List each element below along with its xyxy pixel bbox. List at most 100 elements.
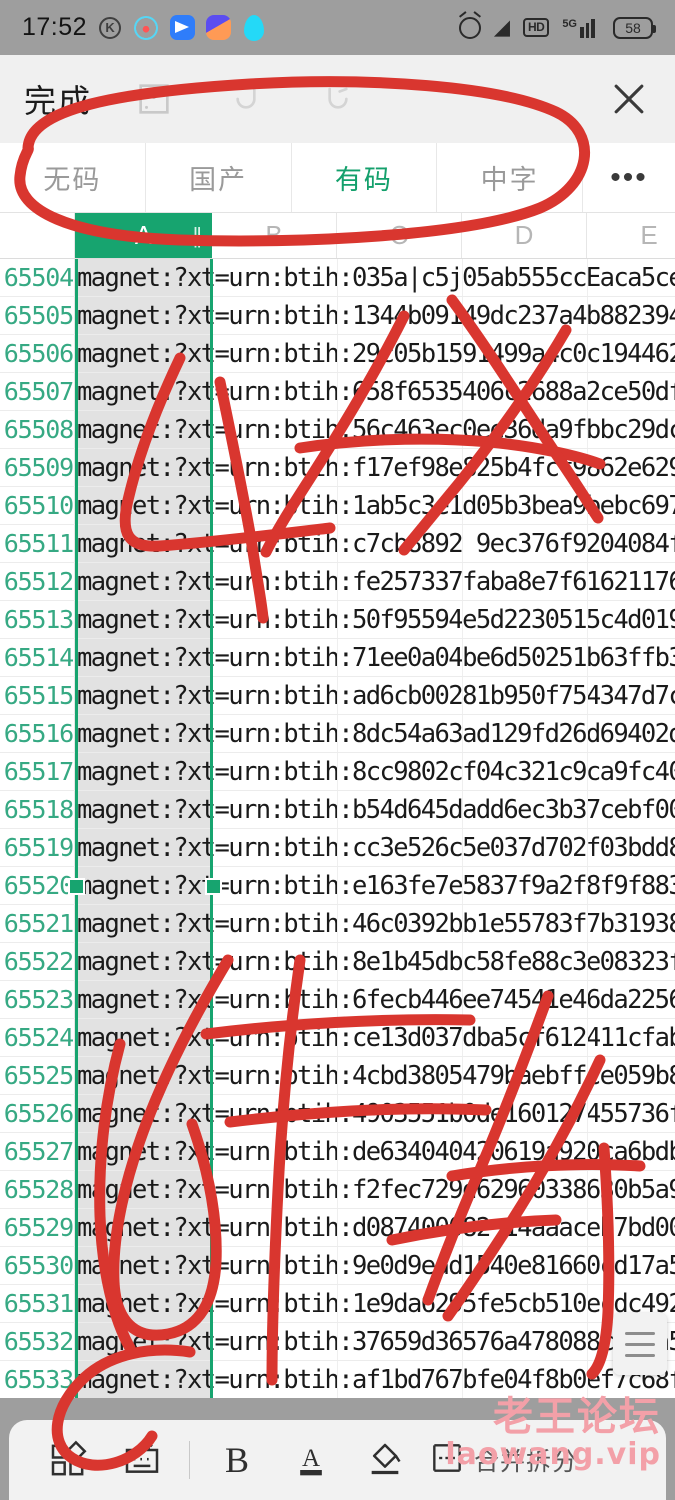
row-header-65522[interactable]: 65522 xyxy=(0,943,75,980)
cell-a-65505[interactable]: magnet:?xt=urn:btih:1344b09149dc237a4b88… xyxy=(75,297,675,334)
table-row[interactable]: 65517 magnet:?xt=urn:btih:8cc9802cf04c321… xyxy=(0,753,675,791)
table-row[interactable]: 65530 magnet:?xt=urn:btih:9e0d9ead1540e81… xyxy=(0,1247,675,1285)
cell-a-65519[interactable]: magnet:?xt=urn:btih:cc3e526c5e037d702f03… xyxy=(75,829,675,866)
cell-a-65531[interactable]: magnet:?xt=urn:btih:1e9da6295fe5cb510ecd… xyxy=(75,1285,675,1322)
cell-a-65518[interactable]: magnet:?xt=urn:btih:b54d645dadd6ec3b37ce… xyxy=(75,791,675,828)
cell-a-65533[interactable]: magnet:?xt=urn:btih:af1bd767bfe04f8b0ef7… xyxy=(75,1361,675,1398)
table-row[interactable]: 65504 magnet:?xt=urn:btih:035a|c5j05ab555… xyxy=(0,259,675,297)
sheet-tab-2[interactable]: 有码 xyxy=(292,143,438,212)
apps-grid-icon[interactable] xyxy=(31,1428,105,1492)
table-row[interactable]: 65508 magnet:?xt=urn:btih:56c463ec0ee36da… xyxy=(0,411,675,449)
row-header-65520[interactable]: 65520 xyxy=(0,867,75,904)
selection-handle-end[interactable] xyxy=(205,878,222,895)
cell-a-65527[interactable]: magnet:?xt=urn:btih:de634040420619a920ca… xyxy=(75,1133,675,1170)
table-row[interactable]: 65533 magnet:?xt=urn:btih:af1bd767bfe04f8… xyxy=(0,1361,675,1398)
cell-a-65516[interactable]: magnet:?xt=urn:btih:8dc54a63ad129fd26d69… xyxy=(75,715,675,752)
hamburger-menu-icon[interactable] xyxy=(613,1313,667,1375)
row-header-65507[interactable]: 65507 xyxy=(0,373,75,410)
cell-a-65504[interactable]: magnet:?xt=urn:btih:035a|c5j05ab555ccEac… xyxy=(75,259,675,296)
cell-a-65528[interactable]: magnet:?xt=urn:btih:f2fec729d62960338630… xyxy=(75,1171,675,1208)
fill-color-icon[interactable] xyxy=(348,1428,422,1492)
save-icon[interactable] xyxy=(134,79,174,119)
column-header-a[interactable]: A || xyxy=(75,213,212,258)
grid-rows[interactable]: 65504 magnet:?xt=urn:btih:035a|c5j05ab555… xyxy=(0,259,675,1398)
row-header-65519[interactable]: 65519 xyxy=(0,829,75,866)
grid-corner-cell[interactable] xyxy=(0,213,75,258)
table-row[interactable]: 65524 magnet:?xt=urn:btih:ce13d037dba5cf6… xyxy=(0,1019,675,1057)
table-row[interactable]: 65527 magnet:?xt=urn:btih:de634040420619a… xyxy=(0,1133,675,1171)
row-header-65533[interactable]: 65533 xyxy=(0,1361,75,1398)
cell-a-65506[interactable]: magnet:?xt=urn:btih:29c05b1591499a4c0c19… xyxy=(75,335,675,372)
row-header-65510[interactable]: 65510 xyxy=(0,487,75,524)
row-header-65516[interactable]: 65516 xyxy=(0,715,75,752)
close-icon[interactable] xyxy=(607,77,651,121)
undo-icon[interactable] xyxy=(226,79,266,119)
cell-a-65525[interactable]: magnet:?xt=urn:btih:4cbd3805479baebffce0… xyxy=(75,1057,675,1094)
row-header-65504[interactable]: 65504 xyxy=(0,259,75,296)
column-header-e[interactable]: E xyxy=(587,213,675,258)
table-row[interactable]: 65522 magnet:?xt=urn:btih:8e1b45dbc58fe88… xyxy=(0,943,675,981)
row-header-65511[interactable]: 65511 xyxy=(0,525,75,562)
cell-a-65512[interactable]: magnet:?xt=urn:btih:fe257337faba8e7f6162… xyxy=(75,563,675,600)
row-header-65529[interactable]: 65529 xyxy=(0,1209,75,1246)
cell-a-65511[interactable]: magnet:?xt=urn:btih:c7cb8892 9ec376f9204… xyxy=(75,525,675,562)
row-header-65525[interactable]: 65525 xyxy=(0,1057,75,1094)
table-row[interactable]: 65510 magnet:?xt=urn:btih:1ab5c3e1d05b3be… xyxy=(0,487,675,525)
row-header-65526[interactable]: 65526 xyxy=(0,1095,75,1132)
table-row[interactable]: 65509 magnet:?xt=urn:btih:f17ef98e825b4fc… xyxy=(0,449,675,487)
table-row[interactable]: 65519 magnet:?xt=urn:btih:cc3e526c5e037d7… xyxy=(0,829,675,867)
column-resize-handle[interactable]: || xyxy=(193,223,203,249)
cell-a-65526[interactable]: magnet:?xt=urn:btih:4903551b0de160127455… xyxy=(75,1095,675,1132)
cell-a-65521[interactable]: magnet:?xt=urn:btih:46c0392bb1e55783f7b3… xyxy=(75,905,675,942)
row-header-65518[interactable]: 65518 xyxy=(0,791,75,828)
cell-a-65522[interactable]: magnet:?xt=urn:btih:8e1b45dbc58fe88c3e08… xyxy=(75,943,675,980)
table-row[interactable]: 65506 magnet:?xt=urn:btih:29c05b1591499a4… xyxy=(0,335,675,373)
cell-a-65513[interactable]: magnet:?xt=urn:btih:50f95594e5d2230515c4… xyxy=(75,601,675,638)
sheet-more-button[interactable]: ••• xyxy=(583,143,675,212)
table-row[interactable]: 65532 magnet:?xt=urn:btih:37659d36576a478… xyxy=(0,1323,675,1361)
spreadsheet-grid[interactable]: A || B C D E 65504 magnet:?xt=urn:btih:03… xyxy=(0,213,675,1398)
row-header-65517[interactable]: 65517 xyxy=(0,753,75,790)
row-header-65514[interactable]: 65514 xyxy=(0,639,75,676)
cell-a-65508[interactable]: magnet:?xt=urn:btih:56c463ec0ee36da9fbbc… xyxy=(75,411,675,448)
redo-icon[interactable] xyxy=(318,79,358,119)
table-row[interactable]: 65521 magnet:?xt=urn:btih:46c0392bb1e5578… xyxy=(0,905,675,943)
row-header-65513[interactable]: 65513 xyxy=(0,601,75,638)
table-row[interactable]: 65513 magnet:?xt=urn:btih:50f95594e5d2230… xyxy=(0,601,675,639)
table-row[interactable]: 65507 magnet:?xt=urn:btih:658f6535406c268… xyxy=(0,373,675,411)
sheet-tab-3[interactable]: 中字 xyxy=(437,143,583,212)
row-header-65523[interactable]: 65523 xyxy=(0,981,75,1018)
cell-a-65523[interactable]: magnet:?xt=urn:btih:6fecb446ee74541e46da… xyxy=(75,981,675,1018)
font-color-icon[interactable]: A xyxy=(274,1428,348,1492)
table-row[interactable]: 65516 magnet:?xt=urn:btih:8dc54a63ad129fd… xyxy=(0,715,675,753)
table-row[interactable]: 65512 magnet:?xt=urn:btih:fe257337faba8e7… xyxy=(0,563,675,601)
row-header-65521[interactable]: 65521 xyxy=(0,905,75,942)
column-header-b[interactable]: B xyxy=(212,213,337,258)
table-row[interactable]: 65505 magnet:?xt=urn:btih:1344b09149dc237… xyxy=(0,297,675,335)
row-header-65509[interactable]: 65509 xyxy=(0,449,75,486)
row-header-65528[interactable]: 65528 xyxy=(0,1171,75,1208)
row-header-65505[interactable]: 65505 xyxy=(0,297,75,334)
table-row[interactable]: 65528 magnet:?xt=urn:btih:f2fec729d629603… xyxy=(0,1171,675,1209)
table-row[interactable]: 65518 magnet:?xt=urn:btih:b54d645dadd6ec3… xyxy=(0,791,675,829)
bold-icon[interactable]: B xyxy=(200,1428,274,1492)
table-row[interactable]: 65531 magnet:?xt=urn:btih:1e9da6295fe5cb5… xyxy=(0,1285,675,1323)
done-button[interactable]: 完成 xyxy=(24,76,92,122)
table-row[interactable]: 65511 magnet:?xt=urn:btih:c7cb8892 9ec376… xyxy=(0,525,675,563)
column-header-c[interactable]: C xyxy=(337,213,462,258)
cell-a-65532[interactable]: magnet:?xt=urn:btih:37659d36576a478088cd… xyxy=(75,1323,675,1360)
row-header-65530[interactable]: 65530 xyxy=(0,1247,75,1284)
cell-a-65529[interactable]: magnet:?xt=urn:btih:d087400082 14aaaceb7… xyxy=(75,1209,675,1246)
table-row[interactable]: 65514 magnet:?xt=urn:btih:71ee0a04be6d502… xyxy=(0,639,675,677)
cell-a-65507[interactable]: magnet:?xt=urn:btih:658f6535406c2688a2ce… xyxy=(75,373,675,410)
row-header-65531[interactable]: 65531 xyxy=(0,1285,75,1322)
row-header-65532[interactable]: 65532 xyxy=(0,1323,75,1360)
table-row[interactable]: 65525 magnet:?xt=urn:btih:4cbd3805479baeb… xyxy=(0,1057,675,1095)
table-row[interactable]: 65520 magnet:?xt=urn:btih:e163fe7e5837f9a… xyxy=(0,867,675,905)
sheet-tab-1[interactable]: 国产 xyxy=(146,143,292,212)
cell-a-65514[interactable]: magnet:?xt=urn:btih:71ee0a04be6d50251b63… xyxy=(75,639,675,676)
keyboard-icon[interactable] xyxy=(105,1428,179,1492)
cell-a-65510[interactable]: magnet:?xt=urn:btih:1ab5c3e1d05b3bea9beb… xyxy=(75,487,675,524)
row-header-65508[interactable]: 65508 xyxy=(0,411,75,448)
table-row[interactable]: 65523 magnet:?xt=urn:btih:6fecb446ee74541… xyxy=(0,981,675,1019)
